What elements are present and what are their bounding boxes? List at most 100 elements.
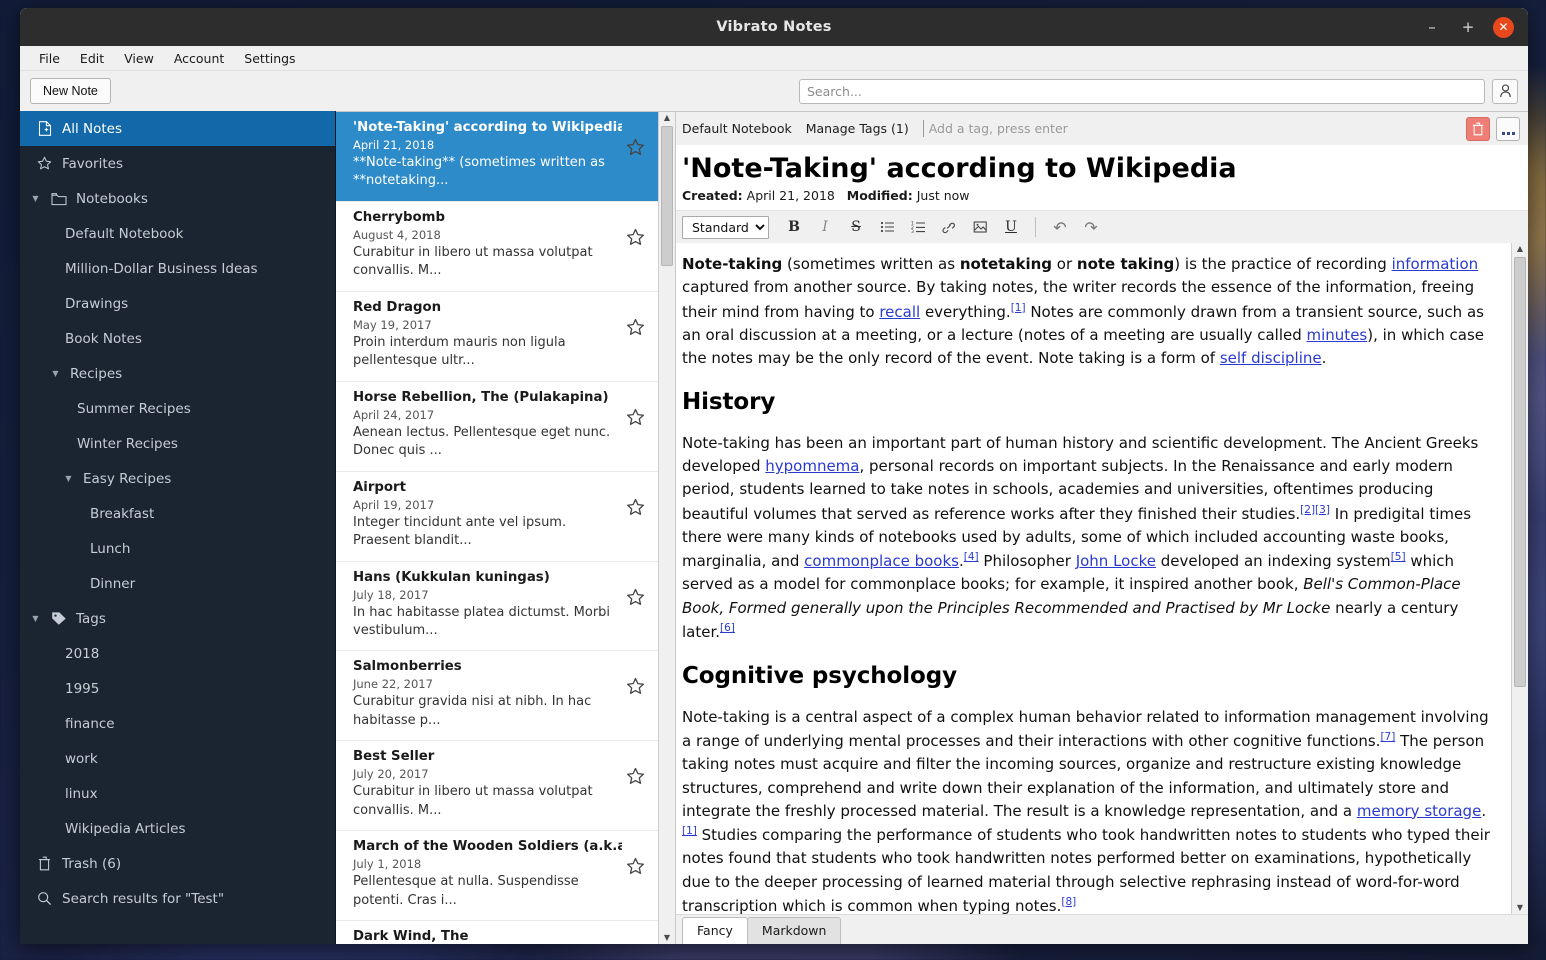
citation-6[interactable]: [6] <box>720 622 735 634</box>
sidebar-item-favorites[interactable]: Favorites <box>20 146 335 181</box>
chevron-down-icon[interactable]: ▼ <box>63 474 74 483</box>
citation-7[interactable]: [7] <box>1380 731 1395 743</box>
more-options-button[interactable] <box>1496 116 1520 141</box>
document-scrollbar[interactable]: ▲ ▼ <box>1511 243 1528 914</box>
note-list-item[interactable]: Cherrybomb August 4, 2018 Curabitur in l… <box>336 202 658 292</box>
sidebar-group-tags[interactable]: ▼ Tags <box>20 601 335 636</box>
favorite-star-icon[interactable] <box>622 839 648 876</box>
note-list-item[interactable]: March of the Wooden Soldiers (a.k.a. Bab… <box>336 831 658 922</box>
numbered-list-button[interactable]: 1 2 3 <box>904 214 932 240</box>
sidebar-item-breakfast[interactable]: Breakfast <box>20 496 335 531</box>
sidebar-item-tag-2018[interactable]: 2018 <box>20 636 335 671</box>
tab-markdown[interactable]: Markdown <box>746 917 842 944</box>
link-minutes[interactable]: minutes <box>1307 326 1368 344</box>
sidebar-item-million-dollar-business-ideas[interactable]: Million-Dollar Business Ideas <box>20 251 335 286</box>
image-button[interactable] <box>966 214 994 240</box>
note-list-item[interactable]: Airport April 19, 2017 Integer tincidunt… <box>336 472 658 562</box>
citation-1b[interactable]: [1] <box>682 825 697 837</box>
link-memory-storage[interactable]: memory storage <box>1357 802 1481 820</box>
link-information[interactable]: information <box>1392 255 1479 273</box>
sidebar-item-tag-1995[interactable]: 1995 <box>20 671 335 706</box>
favorite-star-icon[interactable] <box>622 570 648 607</box>
sidebar-item-trash[interactable]: Trash (6) <box>20 846 335 881</box>
link-recall[interactable]: recall <box>879 303 920 321</box>
add-tag-input[interactable] <box>922 120 1452 137</box>
account-button[interactable] <box>1492 78 1518 104</box>
scroll-down-arrow-icon[interactable]: ▼ <box>664 934 670 942</box>
manage-tags-button[interactable]: Manage Tags (1) <box>806 121 909 136</box>
menu-settings[interactable]: Settings <box>235 48 304 69</box>
note-list-item[interactable]: Red Dragon May 19, 2017 Proin interdum m… <box>336 292 658 382</box>
document-content[interactable]: Note-taking (sometimes written as noteta… <box>676 243 1511 914</box>
note-list-item[interactable]: Best Seller July 20, 2017 Curabitur in l… <box>336 741 658 832</box>
sidebar-group-notebooks[interactable]: ▼ Notebooks <box>20 181 335 216</box>
chevron-down-icon[interactable]: ▼ <box>30 194 41 203</box>
italic-button[interactable]: I <box>811 214 839 240</box>
citation-1[interactable]: [1] <box>1011 302 1026 314</box>
favorite-star-icon[interactable] <box>622 210 648 247</box>
favorite-star-icon[interactable] <box>622 300 648 337</box>
sidebar-item-all-notes[interactable]: All Notes <box>20 111 335 146</box>
bulleted-list-button[interactable] <box>873 214 901 240</box>
note-list-item[interactable]: Hans (Kukkulan kuningas) July 18, 2017 I… <box>336 562 658 652</box>
favorite-star-icon[interactable] <box>622 480 648 517</box>
tab-fancy[interactable]: Fancy <box>682 917 748 944</box>
sidebar-group-easy-recipes[interactable]: ▼ Easy Recipes <box>20 461 335 496</box>
citation-2[interactable]: [2] <box>1300 504 1315 516</box>
sidebar-item-tag-linux[interactable]: linux <box>20 776 335 811</box>
scroll-up-arrow-icon[interactable]: ▲ <box>1517 245 1523 253</box>
sidebar-item-drawings[interactable]: Drawings <box>20 286 335 321</box>
note-title[interactable]: 'Note-Taking' according to Wikipedia <box>676 145 1528 186</box>
note-list-item[interactable]: Dark Wind, The <box>336 921 658 944</box>
link-self-discipline[interactable]: self discipline <box>1220 349 1322 367</box>
search-input[interactable] <box>799 78 1485 104</box>
sidebar-item-tag-finance[interactable]: finance <box>20 706 335 741</box>
link-button[interactable] <box>935 214 963 240</box>
strikethrough-button[interactable]: S <box>842 214 870 240</box>
scrollbar-thumb[interactable] <box>1514 257 1526 687</box>
menu-account[interactable]: Account <box>165 48 233 69</box>
menu-file[interactable]: File <box>30 48 69 69</box>
citation-4[interactable]: [4] <box>964 551 979 563</box>
sidebar-item-summer-recipes[interactable]: Summer Recipes <box>20 391 335 426</box>
close-button[interactable]: ✕ <box>1493 16 1514 38</box>
new-note-button[interactable]: New Note <box>30 78 111 104</box>
paragraph-style-select[interactable]: Standard <box>682 215 769 239</box>
note-list-scrollbar[interactable]: ▲ ▼ <box>658 112 675 944</box>
scroll-up-arrow-icon[interactable]: ▲ <box>664 114 670 122</box>
delete-note-button[interactable] <box>1466 116 1490 141</box>
link-hypomnema[interactable]: hypomnema <box>765 457 859 475</box>
menu-view[interactable]: View <box>115 48 163 69</box>
sidebar-item-winter-recipes[interactable]: Winter Recipes <box>20 426 335 461</box>
menu-edit[interactable]: Edit <box>71 48 113 69</box>
note-list-item[interactable]: Salmonberries June 22, 2017 Curabitur gr… <box>336 651 658 742</box>
favorite-star-icon[interactable] <box>622 749 648 786</box>
sidebar-item-search-results[interactable]: Search results for "Test" <box>20 881 335 916</box>
sidebar-item-book-notes[interactable]: Book Notes <box>20 321 335 356</box>
sidebar-item-dinner[interactable]: Dinner <box>20 566 335 601</box>
sidebar-group-recipes[interactable]: ▼ Recipes <box>20 356 335 391</box>
scroll-down-arrow-icon[interactable]: ▼ <box>1517 904 1523 912</box>
favorite-star-icon[interactable] <box>622 390 648 427</box>
undo-button[interactable]: ↶ <box>1046 214 1074 240</box>
underline-button[interactable]: U <box>997 214 1025 240</box>
favorite-star-icon[interactable] <box>622 120 648 157</box>
redo-button[interactable]: ↷ <box>1077 214 1105 240</box>
minimize-button[interactable]: – <box>1421 16 1443 38</box>
favorite-star-icon[interactable] <box>622 659 648 696</box>
citation-3[interactable]: [3] <box>1315 504 1330 516</box>
citation-5[interactable]: [5] <box>1391 551 1406 563</box>
sidebar-item-tag-work[interactable]: work <box>20 741 335 776</box>
chevron-down-icon[interactable]: ▼ <box>30 614 41 623</box>
maximize-button[interactable]: + <box>1457 16 1479 38</box>
sidebar-item-lunch[interactable]: Lunch <box>20 531 335 566</box>
notebook-selector[interactable]: Default Notebook <box>682 121 792 136</box>
scrollbar-thumb[interactable] <box>661 126 673 266</box>
note-list-item[interactable]: Horse Rebellion, The (Pulakapina) April … <box>336 382 658 472</box>
link-john-locke[interactable]: John Locke <box>1076 552 1156 570</box>
chevron-down-icon[interactable]: ▼ <box>50 369 61 378</box>
sidebar-item-default-notebook[interactable]: Default Notebook <box>20 216 335 251</box>
link-commonplace-books[interactable]: commonplace books <box>804 552 959 570</box>
citation-8[interactable]: [8] <box>1061 896 1076 908</box>
sidebar-item-tag-wikipedia-articles[interactable]: Wikipedia Articles <box>20 811 335 846</box>
